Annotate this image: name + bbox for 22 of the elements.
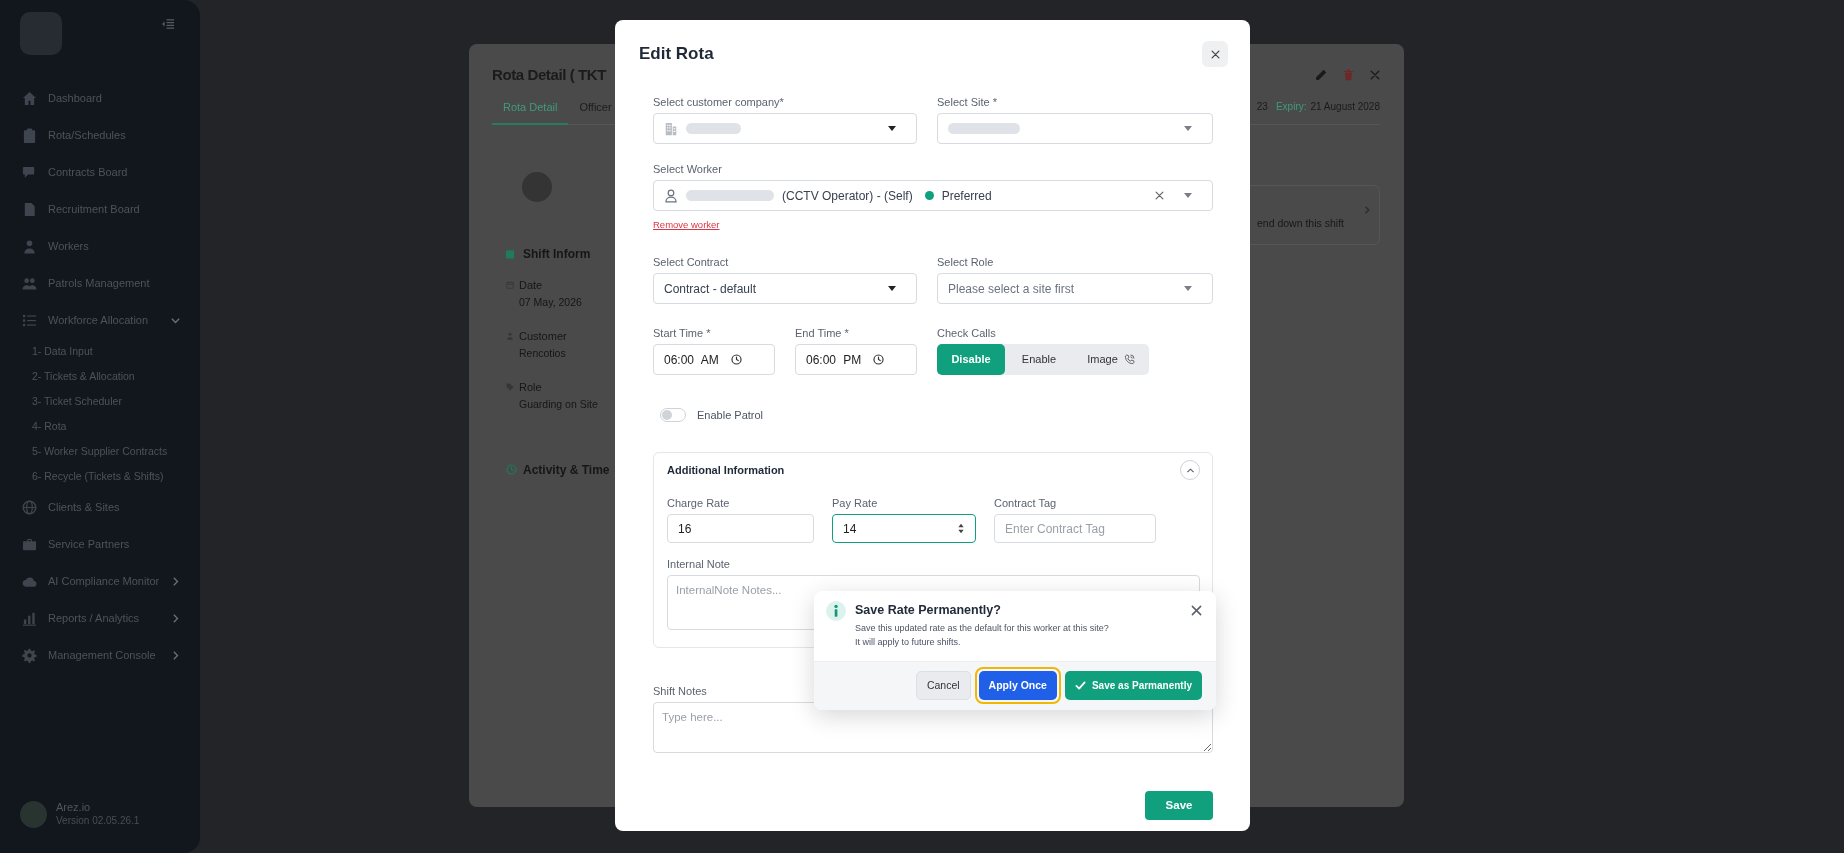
field-label: Check Calls (937, 326, 996, 340)
popover-message: Save this updated rate as the default for this worker at this site? It will apply to future shifts. (855, 622, 1109, 649)
field-label: Contract Tag (994, 496, 1057, 510)
field-label: Select Site * (937, 95, 997, 109)
field-label: Internal Note (667, 557, 730, 571)
field-label: Select Role (937, 255, 994, 269)
field-label: End Time * (795, 326, 849, 340)
switch-label: Enable Patrol (697, 407, 764, 423)
worker-role-text: (CCTV Operator) - (Self) (782, 187, 913, 205)
app-name: Arez.io (56, 800, 92, 814)
field-label: Start Time * (653, 326, 711, 340)
dialog-title: Edit Rota (639, 43, 714, 65)
expiry-label: Expiry: (1275, 100, 1307, 112)
field-label: Shift Notes (653, 684, 707, 698)
popover-title: Save Rate Permanently? (855, 602, 1001, 619)
status-text: Preferred (941, 187, 992, 205)
field-label: Select customer company* (653, 95, 784, 109)
section-title: Additional Information (667, 462, 785, 478)
field-label: Select Contract (653, 255, 729, 269)
field-label: Select Worker (653, 162, 722, 176)
field-label: Pay Rate (832, 496, 878, 510)
field-label: Charge Rate (667, 496, 730, 510)
